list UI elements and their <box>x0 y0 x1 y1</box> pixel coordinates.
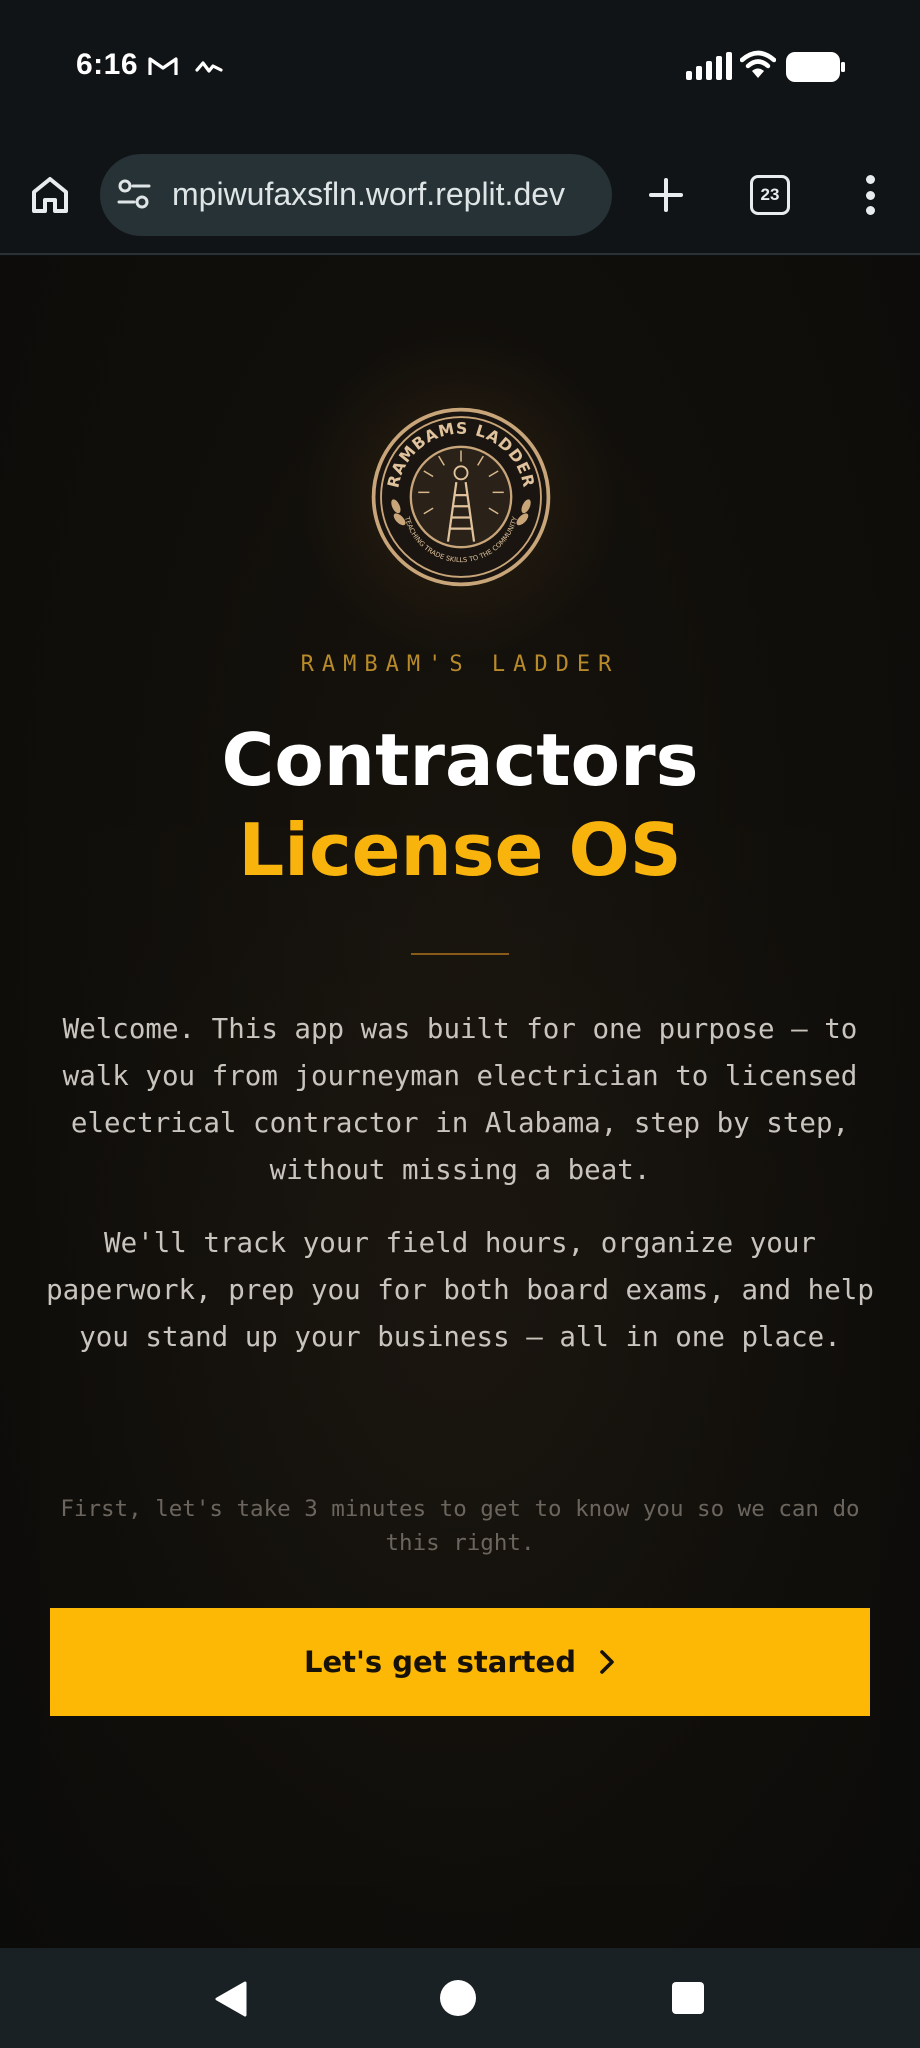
chevron-right-icon <box>598 1649 616 1675</box>
gmail-icon <box>148 57 178 75</box>
site-settings-icon[interactable] <box>116 176 152 212</box>
home-icon <box>32 177 68 213</box>
battery-icon <box>786 52 845 82</box>
status-bar: 6:16 <box>0 0 920 135</box>
back-icon[interactable] <box>212 1980 248 2018</box>
page-content: RAMBAMS LADDER TEACHING TRADE SKILLS TO … <box>0 256 920 1948</box>
address-bar[interactable]: mpiwufaxsfln.worf.replit.dev <box>100 154 612 236</box>
tab-switcher-button[interactable]: 23 <box>750 175 790 215</box>
browser-toolbar: mpiwufaxsfln.worf.replit.dev 23 <box>0 135 920 255</box>
more-options-button[interactable] <box>858 171 882 219</box>
system-nav-bar <box>0 1948 920 2048</box>
signal-icon <box>686 52 732 80</box>
intro-paragraph: Welcome. This app was built for one purp… <box>62 1013 858 1186</box>
recents-square-icon[interactable] <box>672 1982 704 2014</box>
get-started-label: Let's get started <box>304 1645 576 1679</box>
page-title-line-2: License OS <box>238 808 682 892</box>
page-title-line-1: Contractors <box>221 718 699 802</box>
title-divider <box>411 953 509 955</box>
wifi-icon <box>740 50 776 78</box>
home-button[interactable] <box>26 171 74 219</box>
activity-icon <box>195 61 223 73</box>
plus-icon <box>649 178 683 212</box>
get-started-button[interactable]: Let's get started <box>50 1608 870 1716</box>
url-text[interactable]: mpiwufaxsfln.worf.replit.dev <box>172 176 602 213</box>
screen: 6:16 mpiwufaxsfln.worf.replit.dev 23 RAM… <box>0 0 920 2048</box>
brand-logo: RAMBAMS LADDER TEACHING TRADE SKILLS TO … <box>371 407 551 587</box>
tab-count: 23 <box>760 185 780 204</box>
onboarding-prompt: First, let's take 3 minutes to get to kn… <box>60 1496 860 1556</box>
home-circle-icon[interactable] <box>440 1980 476 2016</box>
intro-paragraph-2: We'll track your field hours, organize y… <box>46 1227 874 1353</box>
more-vertical-icon <box>865 175 875 184</box>
new-tab-button[interactable] <box>642 171 690 219</box>
brand-overline: RAMBAM'S LADDER <box>300 652 620 677</box>
status-time: 6:16 <box>76 48 139 81</box>
